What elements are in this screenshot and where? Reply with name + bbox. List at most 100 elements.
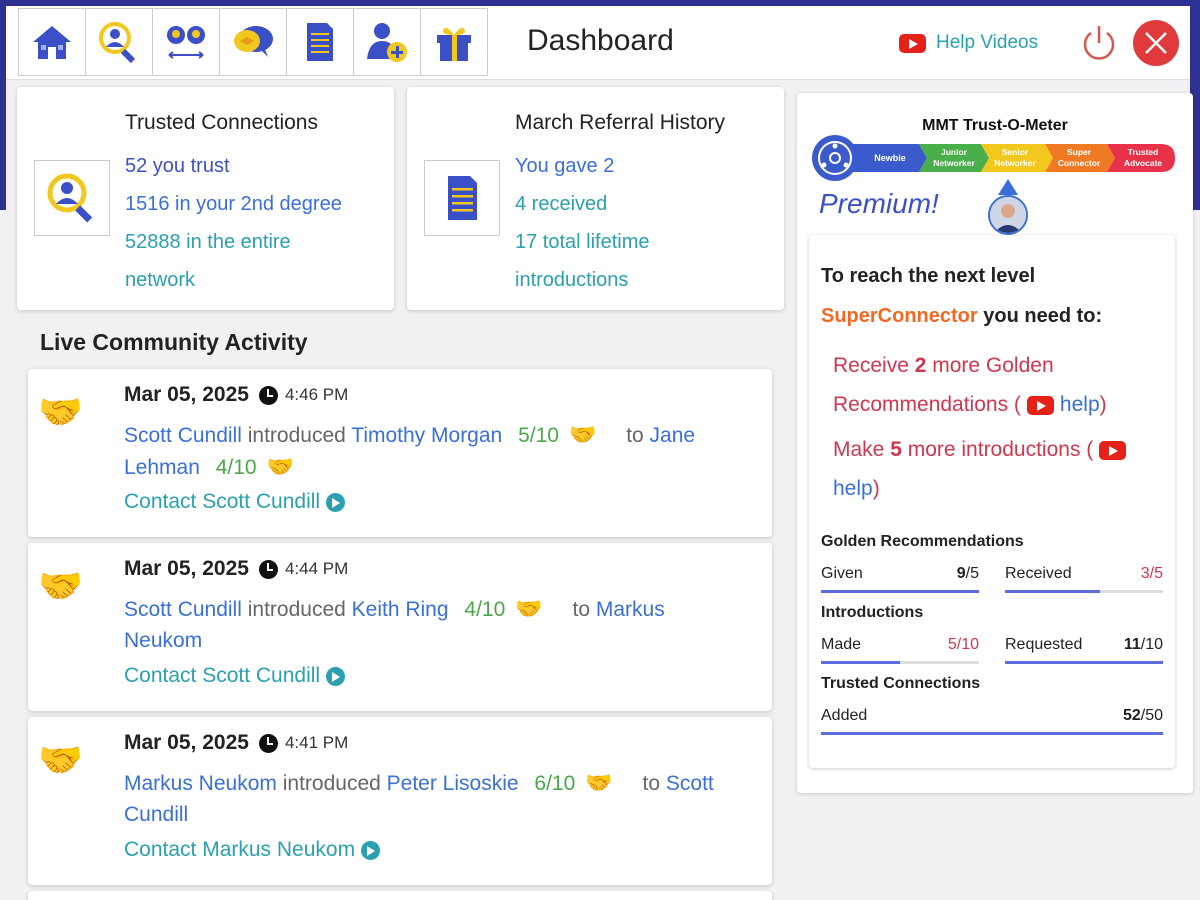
document-icon (448, 176, 477, 220)
activity-verb: introduced (247, 424, 346, 447)
req2-number: 5 (890, 438, 902, 461)
trusted-connections-metric-title: Trusted Connections (821, 675, 981, 692)
introduced-person-link[interactable]: Peter Lisoskie (387, 772, 519, 795)
metric-value-den: /10 (1140, 636, 1163, 653)
metric-label: Received (1005, 565, 1072, 582)
help-videos-link[interactable]: Help Videos (899, 32, 1038, 54)
page-title: Dashboard (527, 24, 674, 57)
handshake-icon: 🤝 (585, 770, 613, 795)
youtube-icon (1026, 395, 1054, 415)
referrals-button[interactable] (286, 8, 354, 76)
metric-label: Added (821, 707, 868, 724)
user-avatar-icon (990, 197, 1026, 233)
top-bar: Dashboard Help Videos (6, 6, 1190, 80)
contact-label: Contact Markus Neukom (124, 838, 356, 861)
clock-icon (258, 559, 278, 579)
req2-text-a: Make (833, 438, 891, 461)
people-exchange-icon (167, 26, 205, 59)
rewards-button[interactable] (420, 8, 488, 76)
power-icon[interactable] (1079, 23, 1119, 63)
progress-fill (821, 590, 979, 593)
metric-value-den: /5 (965, 565, 979, 582)
golden-recommendations-title: Golden Recommendations (821, 533, 1024, 550)
clock-icon (258, 733, 278, 753)
activity-item: 🤝 Mar 05, 2025 4:46 PM Scott Cundill int… (28, 369, 772, 537)
metric-label: Requested (1005, 636, 1083, 653)
trusted-connections-card: Trusted Connections 52 you trust 1516 in… (17, 87, 394, 310)
introductions-title: Introductions (821, 604, 924, 621)
lifetime-count[interactable]: 17 total lifetime (515, 223, 785, 261)
meter-level-trusted: Trusted Advocate (1124, 147, 1163, 168)
activity-date: Mar 05, 2025 (124, 557, 249, 580)
referral-history-icon-box (424, 160, 500, 236)
introducer-link[interactable]: Scott Cundill (124, 598, 242, 621)
trusted-connections-title: Trusted Connections (125, 111, 318, 134)
handshake-icon: 🤝 (515, 596, 543, 621)
metric-label: Given (821, 565, 863, 582)
contact-link[interactable]: Contact Markus Neukom (124, 838, 381, 862)
activity-verb: introduced (282, 772, 381, 795)
main-toolbar (18, 8, 488, 76)
activity-section-title: Live Community Activity (40, 329, 308, 355)
trust-count[interactable]: 52 you trust (125, 147, 395, 185)
metric-label: Made (821, 636, 862, 653)
introducer-link[interactable]: Scott Cundill (124, 424, 242, 447)
network-count[interactable]: 52888 in the entire (125, 223, 395, 261)
contact-link[interactable]: Contact Scott Cundill (124, 490, 346, 514)
activity-item (28, 891, 772, 900)
progress-track (821, 732, 1163, 735)
close-button[interactable] (1133, 20, 1179, 66)
metric-value: 3/5 (1140, 565, 1163, 582)
meter-pointer-icon (998, 179, 1018, 195)
req2-help-link[interactable]: help (833, 477, 873, 500)
referral-history-card: March Referral History You gave 2 4 rece… (407, 87, 784, 310)
metric-value-num: 11 (1123, 636, 1141, 653)
premium-label: Premium! (819, 188, 939, 219)
given-count[interactable]: You gave 2 (515, 147, 785, 185)
activity-text: Scott Cundill introduced Timothy Morgan … (124, 419, 744, 483)
search-person-icon (99, 22, 136, 64)
app-root: Dashboard Help Videos Trusted Connection… (6, 6, 1193, 900)
progress-fill (1005, 590, 1100, 593)
trusted-connections-stats: 52 you trust 1516 in your 2nd degree 528… (125, 147, 395, 299)
handshake-icon: 🤝 (38, 565, 83, 606)
next-level-suffix: you need to: (977, 305, 1103, 327)
metric-value: 52/50 (1123, 707, 1163, 725)
home-button[interactable] (18, 8, 86, 76)
lifetime-count-cont[interactable]: introductions (515, 261, 785, 299)
connections-exchange-button[interactable] (152, 8, 220, 76)
youtube-icon (899, 33, 926, 53)
activity-datetime: Mar 05, 2025 4:46 PM (124, 383, 348, 407)
received-count[interactable]: 4 received (515, 185, 785, 223)
search-connections-button[interactable] (85, 8, 153, 76)
introduced-person-link[interactable]: Timothy Morgan (351, 424, 502, 447)
trust-meter-bar: Newbie Junior Networker Senior Networker S… (812, 135, 1175, 181)
contact-link[interactable]: Contact Scott Cundill (124, 664, 346, 688)
network-count-cont[interactable]: network (125, 261, 395, 299)
req1-text-end: ) (1099, 393, 1107, 416)
home-icon (33, 26, 71, 59)
activity-time: 4:46 PM (284, 385, 349, 404)
next-level-subheading: SuperConnector you need to: (821, 305, 1102, 328)
introduced-person-link[interactable]: Keith Ring (352, 598, 449, 621)
introducer-link[interactable]: Markus Neukom (124, 772, 277, 795)
add-connection-button[interactable] (353, 8, 421, 76)
messages-button[interactable] (219, 8, 287, 76)
person-score: 6/10 (534, 772, 576, 795)
activity-date: Mar 05, 2025 (124, 383, 249, 406)
metric-value: 5/10 (947, 636, 979, 653)
person-score: 4/10 (464, 598, 506, 621)
arrow-right-circle-icon (326, 492, 346, 512)
req2-text-end: ) (872, 477, 880, 500)
req1-help-link[interactable]: help (1060, 393, 1100, 416)
second-degree-count[interactable]: 1516 in your 2nd degree (125, 185, 395, 223)
meter-level-newbie: Newbie (874, 153, 906, 163)
activity-to: to (642, 772, 661, 795)
avatar[interactable] (988, 195, 1028, 235)
gift-icon (437, 27, 471, 61)
requirement-intros: Make 5 more introductions (help) (833, 430, 1163, 508)
activity-time: 4:44 PM (284, 559, 349, 578)
referral-history-stats: You gave 2 4 received 17 total lifetime … (515, 147, 785, 299)
person-score: 5/10 (518, 424, 559, 447)
contact-label: Contact Scott Cundill (124, 490, 321, 513)
